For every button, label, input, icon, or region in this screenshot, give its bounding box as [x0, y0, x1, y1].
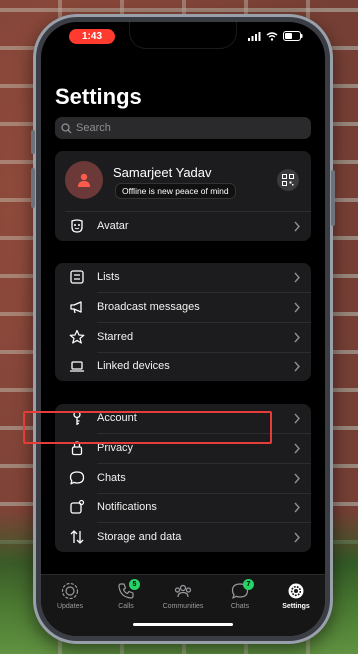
tab-label: Calls — [118, 603, 134, 610]
phone-volume-button — [31, 168, 35, 208]
settings-row-label: Notifications — [97, 501, 157, 513]
chevron-right-icon — [294, 413, 300, 424]
tab-label: Settings — [282, 603, 310, 610]
megaphone-icon — [70, 301, 82, 314]
chevron-right-icon — [294, 532, 300, 543]
arrows-updown-icon — [70, 530, 84, 544]
tab-settings[interactable]: Settings — [268, 582, 324, 618]
settings-row-storage[interactable]: Storage and data — [55, 523, 311, 552]
phone-side-button — [31, 130, 35, 154]
search-input[interactable]: Search — [55, 117, 311, 139]
settings-row-label: Linked devices — [97, 360, 170, 372]
tab-chats[interactable]: 7 Chats — [212, 579, 268, 618]
person-icon — [78, 173, 90, 187]
settings-row-label: Storage and data — [97, 531, 182, 543]
list-icon — [70, 270, 84, 284]
settings-row-label: Starred — [97, 331, 134, 343]
home-indicator — [133, 623, 233, 626]
settings-row-label: Avatar — [97, 220, 129, 232]
settings-row-label: Lists — [97, 271, 120, 283]
phone-power-button — [331, 170, 335, 226]
settings-row-lists[interactable]: Lists — [55, 263, 311, 292]
settings-row-chats[interactable]: Chats — [55, 464, 311, 493]
chats-badge: 7 — [243, 579, 254, 590]
updates-icon — [61, 582, 79, 600]
communities-icon — [174, 584, 192, 598]
qr-code-icon — [282, 174, 294, 186]
profile-card: Samarjeet Yadav Offline is new peace of … — [55, 151, 311, 241]
signal-icon — [248, 31, 261, 41]
dynamic-island — [130, 22, 236, 48]
notification-icon — [70, 499, 85, 514]
avatar — [65, 161, 103, 199]
chevron-right-icon — [294, 221, 300, 232]
settings-row-notifications[interactable]: Notifications — [55, 493, 311, 522]
qr-code-button[interactable] — [277, 169, 299, 191]
settings-gear-icon — [288, 583, 304, 599]
settings-row-label: Chats — [97, 472, 126, 484]
star-icon — [69, 329, 85, 344]
tab-label: Communities — [162, 603, 204, 610]
chevron-right-icon — [294, 361, 300, 372]
chevron-right-icon — [294, 502, 300, 513]
profile-status: Offline is new peace of mind — [115, 183, 236, 199]
search-icon — [61, 122, 72, 133]
avatar-face-icon — [71, 219, 83, 233]
calls-badge: 5 — [129, 579, 140, 590]
settings-row-avatar[interactable]: Avatar — [55, 212, 311, 241]
chevron-right-icon — [294, 332, 300, 343]
tab-communities[interactable]: Communities — [155, 582, 211, 618]
tab-label: Updates — [56, 603, 84, 610]
tab-updates[interactable]: Updates — [42, 582, 98, 618]
profile-row[interactable]: Samarjeet Yadav Offline is new peace of … — [55, 151, 311, 211]
privacy-highlight-box — [23, 411, 272, 444]
settings-row-linked-devices[interactable]: Linked devices — [55, 352, 311, 381]
settings-row-label: Broadcast messages — [97, 301, 200, 313]
status-time: 1:43 — [69, 29, 115, 44]
settings-row-broadcast[interactable]: Broadcast messages — [55, 293, 311, 322]
settings-row-starred[interactable]: Starred — [55, 323, 311, 352]
settings-group-lists: Lists Broadcast messages Starred Linked … — [55, 263, 311, 381]
chevron-right-icon — [294, 272, 300, 283]
chevron-right-icon — [294, 302, 300, 313]
laptop-icon — [70, 361, 84, 372]
tab-calls[interactable]: 5 Calls — [98, 579, 154, 618]
chevron-right-icon — [294, 473, 300, 484]
profile-name: Samarjeet Yadav — [113, 165, 212, 180]
phone-screen: 1:43 Settings Search Samarjeet Yadav Off… — [41, 22, 325, 636]
search-placeholder: Search — [76, 122, 111, 134]
chevron-right-icon — [294, 443, 300, 454]
battery-icon — [283, 31, 303, 41]
chat-bubble-icon — [69, 471, 85, 485]
tab-bar: Updates 5 Calls Communities 7 Chats Sett… — [41, 574, 325, 636]
wifi-icon — [266, 31, 278, 41]
page-title: Settings — [55, 84, 142, 109]
tab-label: Chats — [230, 603, 250, 610]
